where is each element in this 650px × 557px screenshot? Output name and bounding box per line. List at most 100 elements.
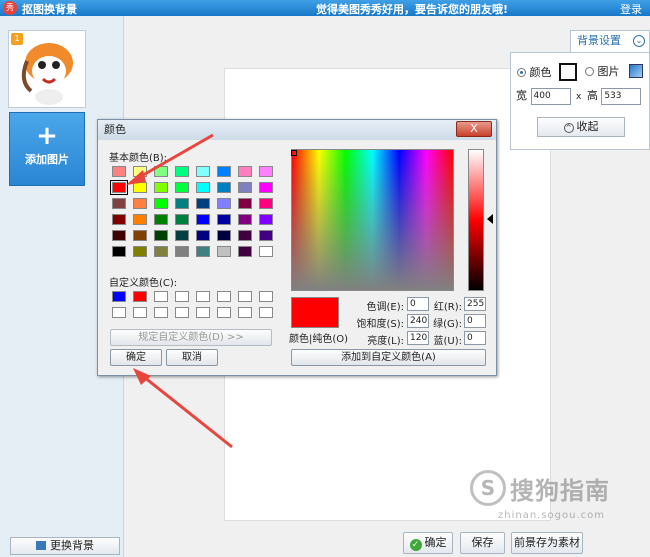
basic-color-swatch[interactable]	[196, 182, 210, 193]
basic-color-swatch[interactable]	[238, 182, 252, 193]
basic-color-swatch[interactable]	[154, 166, 168, 177]
basic-color-swatch[interactable]	[238, 166, 252, 177]
color-spectrum[interactable]	[291, 149, 454, 291]
basic-color-swatch[interactable]	[112, 246, 126, 257]
blue-input[interactable]: 0	[464, 331, 486, 345]
luminance-bar[interactable]	[468, 149, 484, 291]
basic-color-swatch[interactable]	[133, 230, 147, 241]
basic-color-swatch[interactable]	[259, 182, 273, 193]
basic-color-swatch[interactable]	[112, 230, 126, 241]
width-input[interactable]: 400	[530, 87, 571, 105]
basic-color-swatch[interactable]	[154, 214, 168, 225]
confirm-button[interactable]: ✓ 确定	[403, 532, 453, 554]
basic-color-swatch[interactable]	[238, 198, 252, 209]
image-radio[interactable]	[585, 67, 594, 76]
saturation-input[interactable]: 240	[407, 314, 429, 328]
background-settings-tab[interactable]: 背景设置 ⌄	[570, 30, 650, 52]
add-image-button[interactable]: + 添加图片	[9, 112, 85, 186]
basic-color-swatch[interactable]	[196, 246, 210, 257]
basic-color-swatch[interactable]	[133, 246, 147, 257]
red-input[interactable]: 255	[464, 297, 486, 311]
custom-color-swatch[interactable]	[238, 307, 252, 318]
basic-color-swatch[interactable]	[133, 182, 147, 193]
basic-color-swatch[interactable]	[112, 198, 126, 209]
basic-color-swatch[interactable]	[154, 198, 168, 209]
basic-color-swatch[interactable]	[217, 198, 231, 209]
basic-color-swatch[interactable]	[154, 230, 168, 241]
image-option[interactable]: 图片	[585, 63, 643, 79]
image-thumbnail[interactable]: 1	[8, 30, 86, 108]
basic-color-swatch[interactable]	[196, 198, 210, 209]
color-option[interactable]: 颜色	[517, 63, 577, 81]
basic-color-swatch[interactable]	[259, 246, 273, 257]
custom-color-swatch[interactable]	[112, 291, 126, 302]
chevron-down-icon[interactable]: ⌄	[633, 35, 645, 47]
basic-color-swatch[interactable]	[112, 214, 126, 225]
custom-color-swatch[interactable]	[196, 291, 210, 302]
color-radio[interactable]	[517, 68, 526, 77]
basic-color-swatch[interactable]	[175, 246, 189, 257]
basic-color-swatch[interactable]	[133, 198, 147, 209]
luminance-slider-arrow[interactable]	[487, 214, 493, 224]
basic-color-swatch[interactable]	[217, 182, 231, 193]
basic-color-swatch[interactable]	[196, 230, 210, 241]
custom-color-swatch[interactable]	[217, 307, 231, 318]
collapse-button[interactable]: ^ 收起	[537, 117, 625, 137]
basic-color-swatch[interactable]	[154, 246, 168, 257]
basic-color-swatch[interactable]	[196, 214, 210, 225]
basic-color-swatch[interactable]	[238, 230, 252, 241]
green-input[interactable]: 0	[464, 314, 486, 328]
add-to-custom-colors-button[interactable]: 添加到自定义颜色(A)	[291, 349, 486, 366]
basic-color-swatch[interactable]	[217, 246, 231, 257]
basic-color-swatch[interactable]	[110, 180, 128, 195]
custom-color-swatch[interactable]	[133, 307, 147, 318]
save-button[interactable]: 保存	[460, 532, 505, 554]
dialog-cancel-button[interactable]: 取消	[166, 349, 218, 366]
login-link[interactable]: 登录	[620, 1, 642, 17]
plus-icon: +	[36, 121, 58, 151]
custom-color-swatch[interactable]	[259, 291, 273, 302]
basic-color-swatch[interactable]	[259, 198, 273, 209]
custom-color-swatch[interactable]	[112, 307, 126, 318]
basic-color-swatch[interactable]	[259, 166, 273, 177]
custom-color-swatch[interactable]	[217, 291, 231, 302]
image-option-label: 图片	[597, 65, 620, 78]
basic-color-swatch[interactable]	[175, 182, 189, 193]
basic-color-swatch[interactable]	[154, 182, 168, 193]
custom-color-swatch[interactable]	[154, 291, 168, 302]
define-custom-colors-button[interactable]: 规定自定义颜色(D) >>	[110, 329, 272, 346]
dialog-ok-button[interactable]: 确定	[110, 349, 162, 366]
basic-color-swatch[interactable]	[217, 230, 231, 241]
custom-color-swatch[interactable]	[196, 307, 210, 318]
basic-color-swatch[interactable]	[175, 198, 189, 209]
mascot-image	[21, 43, 73, 105]
hue-input[interactable]: 0	[407, 297, 429, 311]
basic-color-swatch[interactable]	[133, 214, 147, 225]
background-color-swatch[interactable]	[559, 63, 577, 81]
basic-color-swatch[interactable]	[133, 166, 147, 177]
basic-color-swatch[interactable]	[217, 214, 231, 225]
custom-color-swatch[interactable]	[259, 307, 273, 318]
basic-color-swatch[interactable]	[175, 230, 189, 241]
basic-color-swatch[interactable]	[238, 214, 252, 225]
basic-color-swatch[interactable]	[259, 214, 273, 225]
basic-color-swatch[interactable]	[112, 166, 126, 177]
custom-color-swatch[interactable]	[175, 291, 189, 302]
basic-color-swatch[interactable]	[196, 166, 210, 177]
change-background-button[interactable]: 更换背景	[10, 537, 120, 555]
save-foreground-button[interactable]: 前景存为素材	[511, 532, 583, 554]
luminance-input[interactable]: 120	[407, 331, 429, 345]
basic-color-swatch[interactable]	[217, 166, 231, 177]
close-button[interactable]: X	[456, 121, 492, 137]
height-input[interactable]: 533	[601, 87, 642, 105]
basic-color-swatch[interactable]	[175, 214, 189, 225]
custom-color-swatch[interactable]	[238, 291, 252, 302]
basic-color-swatch[interactable]	[175, 166, 189, 177]
custom-color-swatch[interactable]	[133, 291, 147, 302]
basic-color-swatch[interactable]	[238, 246, 252, 257]
basic-color-swatch[interactable]	[259, 230, 273, 241]
image-picker-icon[interactable]	[629, 64, 643, 78]
custom-color-swatch[interactable]	[175, 307, 189, 318]
spectrum-crosshair[interactable]	[291, 150, 297, 156]
custom-color-swatch[interactable]	[154, 307, 168, 318]
